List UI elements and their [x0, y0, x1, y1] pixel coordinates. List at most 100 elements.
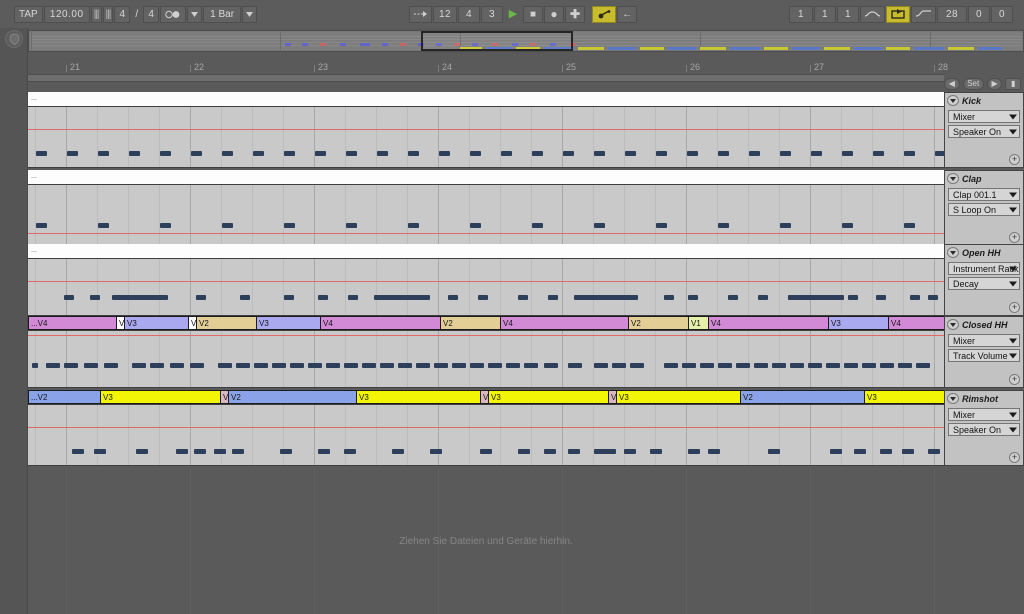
midi-note[interactable]	[830, 449, 842, 454]
tempo-nudge-up-icon[interactable]: |||	[102, 5, 114, 23]
tempo-field[interactable]: 120.00	[43, 5, 90, 23]
midi-note[interactable]	[718, 223, 729, 228]
midi-note[interactable]	[902, 449, 914, 454]
midi-note[interactable]	[758, 295, 768, 300]
midi-note[interactable]	[664, 363, 678, 368]
midi-note[interactable]	[650, 449, 662, 454]
midi-note[interactable]	[240, 295, 250, 300]
track-header[interactable]: Open HH Instrument Rack Decay +	[944, 244, 1024, 316]
arrangement-clip[interactable]: V3	[116, 316, 124, 330]
midi-note[interactable]	[160, 223, 171, 228]
midi-note[interactable]	[876, 295, 886, 300]
midi-note[interactable]	[574, 295, 630, 300]
add-automation-lane-button[interactable]: +	[1009, 154, 1020, 165]
quantization-dropdown-icon[interactable]	[242, 5, 258, 23]
midi-note[interactable]	[854, 449, 866, 454]
midi-note[interactable]	[594, 363, 608, 368]
midi-note[interactable]	[910, 295, 920, 300]
track-device-select[interactable]: Instrument Rack	[948, 262, 1020, 275]
midi-note[interactable]	[434, 363, 448, 368]
midi-note[interactable]	[398, 363, 412, 368]
midi-note[interactable]	[218, 363, 232, 368]
midi-note[interactable]	[377, 151, 388, 156]
delete-locator-button[interactable]: ▮	[1005, 77, 1021, 90]
record-button[interactable]: ●	[544, 5, 565, 23]
midi-note[interactable]	[524, 363, 538, 368]
automation-arm-icon[interactable]	[592, 5, 617, 23]
arrangement-clip[interactable]: ...V2	[28, 390, 100, 404]
midi-note[interactable]	[318, 449, 330, 454]
timeline-ruler[interactable]: 21 22 23 24 25 26 27 28	[28, 54, 1024, 74]
midi-note[interactable]	[904, 151, 915, 156]
arrangement-clip[interactable]: V2	[628, 316, 688, 330]
midi-note[interactable]	[408, 151, 419, 156]
midi-note[interactable]	[928, 449, 940, 454]
midi-note[interactable]	[214, 449, 226, 454]
midi-note[interactable]	[790, 363, 804, 368]
chevron-down-icon[interactable]	[947, 95, 959, 106]
midi-note[interactable]	[176, 449, 188, 454]
midi-note[interactable]	[344, 449, 356, 454]
midi-note[interactable]	[222, 223, 233, 228]
midi-note[interactable]	[844, 363, 858, 368]
next-locator-button[interactable]: ▶	[986, 77, 1003, 90]
track-device-select[interactable]: Mixer	[948, 110, 1020, 123]
arrangement-clip[interactable]: V3	[864, 390, 944, 404]
midi-note[interactable]	[392, 449, 404, 454]
midi-note[interactable]	[290, 363, 304, 368]
midi-note[interactable]	[280, 449, 292, 454]
midi-note[interactable]	[625, 151, 636, 156]
tap-tempo-button[interactable]: TAP	[14, 5, 43, 23]
midi-note[interactable]	[880, 449, 892, 454]
overview-selection-rectangle[interactable]	[421, 31, 573, 51]
midi-note[interactable]	[236, 363, 250, 368]
midi-note[interactable]	[284, 295, 294, 300]
track-note-lane[interactable]	[28, 258, 944, 316]
midi-note[interactable]	[544, 363, 558, 368]
arrangement-clip[interactable]: V2	[740, 390, 864, 404]
arrangement-clip[interactable]: V3	[828, 316, 888, 330]
add-automation-lane-button[interactable]: +	[1009, 302, 1020, 313]
midi-note[interactable]	[688, 295, 698, 300]
arrangement-clip[interactable]: V2	[220, 390, 228, 404]
position-bars[interactable]: 12	[433, 5, 458, 23]
automation-envelope-line[interactable]	[28, 335, 944, 336]
track-automation-strip[interactable]: ...	[28, 92, 944, 106]
midi-note[interactable]	[772, 363, 786, 368]
midi-note[interactable]	[935, 151, 944, 156]
midi-note[interactable]	[222, 151, 233, 156]
track-parameter-select[interactable]: Speaker On	[948, 423, 1020, 436]
midi-note[interactable]	[64, 363, 78, 368]
loop-length-bars[interactable]: 28	[937, 5, 967, 23]
track-automation-strip[interactable]: ...	[28, 244, 944, 258]
arrangement-clip[interactable]: V3	[480, 390, 488, 404]
midi-note[interactable]	[308, 363, 322, 368]
add-automation-lane-button[interactable]: +	[1009, 232, 1020, 243]
midi-note[interactable]	[594, 449, 616, 454]
time-signature-denominator[interactable]: 4	[143, 5, 160, 23]
midi-note[interactable]	[348, 295, 358, 300]
midi-note[interactable]	[728, 295, 738, 300]
midi-note[interactable]	[656, 223, 667, 228]
midi-note[interactable]	[808, 363, 822, 368]
track-note-lane[interactable]	[28, 184, 944, 246]
track-note-lane[interactable]	[28, 106, 944, 168]
automation-envelope-line[interactable]	[28, 281, 944, 282]
track-device-select[interactable]: Mixer	[948, 408, 1020, 421]
midi-note[interactable]	[563, 151, 574, 156]
arrangement-clip[interactable]: V3	[124, 316, 188, 330]
arrangement-clip[interactable]: V3	[256, 316, 320, 330]
midi-note[interactable]	[568, 363, 582, 368]
track-note-lane[interactable]	[28, 330, 944, 388]
midi-note[interactable]	[624, 449, 636, 454]
punch-out-icon[interactable]	[911, 5, 936, 23]
midi-note[interactable]	[718, 151, 729, 156]
arrangement-clip[interactable]: V4	[888, 316, 944, 330]
chevron-down-icon[interactable]	[1009, 281, 1017, 286]
arrangement-clip[interactable]: ...V4	[28, 316, 116, 330]
midi-note[interactable]	[150, 363, 164, 368]
arrangement-clip[interactable]: V2	[228, 390, 356, 404]
drop-files-zone[interactable]: Ziehen Sie Dateien und Geräte hierhin.	[28, 468, 944, 614]
browser-sidebar[interactable]	[0, 28, 28, 614]
arrangement-clip[interactable]: V3	[608, 390, 616, 404]
